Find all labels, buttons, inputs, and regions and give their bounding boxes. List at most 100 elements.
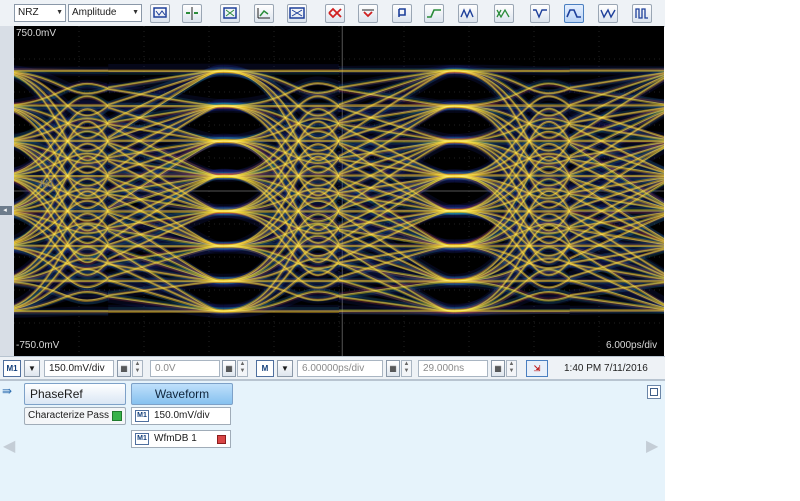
split-button[interactable]	[182, 4, 202, 23]
channel-dropdown[interactable]: ▼	[24, 360, 40, 377]
pass-label: Pass	[87, 408, 109, 424]
eye-diagram-canvas	[14, 26, 664, 356]
fit-icon	[222, 6, 238, 21]
hist-icon	[360, 6, 376, 21]
waveform-label: Waveform	[155, 387, 209, 401]
scale-box[interactable]: M1 150.0mV/div	[131, 407, 231, 425]
fit-button[interactable]	[220, 4, 240, 23]
signal-type-select[interactable]: NRZ ▼	[14, 4, 66, 22]
zoom-button[interactable]	[150, 4, 170, 23]
top-voltage-label: 750.0mV	[16, 28, 56, 39]
scale-badge: M1	[135, 410, 149, 422]
keypad-button[interactable]: ▦	[117, 360, 131, 377]
keypad-button[interactable]: ▦	[491, 360, 505, 377]
two-eye-icon	[496, 6, 512, 21]
spin-down-icon: ▼	[133, 368, 142, 375]
vertical-scale-spinner[interactable]: ▲▼	[132, 360, 143, 377]
wfm-badge: M1	[135, 433, 149, 445]
channel-badge-label: M1	[6, 364, 17, 373]
step-up-icon	[426, 6, 442, 21]
panel-arrow-icon[interactable]: ⇛	[2, 384, 16, 402]
eye-icon	[460, 6, 476, 21]
chevron-down-icon: ▼	[56, 5, 63, 21]
eye-active-icon	[600, 6, 616, 21]
keypad-button[interactable]: ▦	[222, 360, 236, 377]
vertical-scale-field[interactable]: 150.0mV/div	[44, 360, 114, 377]
eye-overlay-icon	[566, 6, 582, 21]
step-up-button[interactable]	[424, 4, 444, 23]
waveform-node[interactable]: Waveform	[131, 383, 233, 405]
offset-field[interactable]: 0.0V	[150, 360, 220, 377]
chevron-down-icon: ▼	[281, 364, 289, 373]
setup-panel: ⇛ ◀ ▶ PhaseRef (C7_C8) Waveform Characte…	[0, 380, 665, 501]
compare-icon	[289, 6, 305, 21]
split-icon	[184, 6, 200, 21]
horizontal-scale-field[interactable]: 6.00000ps/div	[297, 360, 383, 377]
math-dropdown[interactable]: ▼	[277, 360, 293, 377]
wfm-db-box[interactable]: M1 WfmDB 1	[131, 430, 231, 448]
spin-down-icon: ▼	[238, 368, 247, 375]
ground-marker[interactable]: ◂	[0, 206, 12, 215]
keypad-icon: ▦	[120, 364, 128, 373]
chevron-down-icon: ▼	[132, 5, 139, 21]
two-eye-button[interactable]	[494, 4, 514, 23]
trend-button[interactable]	[254, 4, 274, 23]
restore-window-button[interactable]	[647, 385, 661, 399]
chevron-down-icon: ▼	[28, 364, 36, 373]
channel-badge[interactable]: M1	[3, 360, 21, 377]
mask-icon	[327, 6, 343, 21]
scale-value: 150.0mV/div	[154, 410, 210, 421]
eye-traces	[14, 68, 664, 314]
bottom-voltage-label: -750.0mV	[16, 340, 59, 351]
spin-up-icon: ▲	[402, 361, 411, 368]
pulse-button[interactable]	[392, 4, 412, 23]
keypad-button[interactable]: ▦	[386, 360, 400, 377]
signal-type-value: NRZ	[18, 7, 39, 18]
timebase-label: 6.000ps/div	[606, 340, 657, 351]
spin-up-icon: ▲	[238, 361, 247, 368]
offset-spinner[interactable]: ▲▼	[237, 360, 248, 377]
position-spinner[interactable]: ▲▼	[506, 360, 517, 377]
eye-button[interactable]	[458, 4, 478, 23]
autoset-button[interactable]: ⇲	[526, 360, 548, 377]
measurement-type-value: Amplitude	[72, 7, 116, 18]
wfm-db-icon	[217, 435, 226, 444]
wfm-label: WfmDB 1	[154, 433, 197, 444]
eye-overlay-button[interactable]	[564, 4, 584, 23]
measurement-type-select[interactable]: Amplitude ▼	[68, 4, 142, 22]
invert-button[interactable]	[530, 4, 550, 23]
digital-icon	[634, 6, 650, 21]
spin-up-icon: ▲	[507, 361, 516, 368]
phaseref-node[interactable]: PhaseRef (C7_C8)	[24, 383, 126, 405]
eye-diagram-display[interactable]: 750.0mV M1 -750.0mV 6.000ps/div	[14, 26, 664, 356]
mask-button[interactable]	[325, 4, 345, 23]
scroll-left-icon[interactable]: ◀	[3, 436, 17, 466]
eye-active-button[interactable]	[598, 4, 618, 23]
keypad-icon: ▦	[389, 364, 397, 373]
toolbar: NRZ ▼ Amplitude ▼	[0, 0, 665, 27]
status-bar: M1 ▼ 150.0mV/div ▦ ▲▼ 0.0V ▦ ▲▼ M ▼ 6.00…	[0, 356, 665, 380]
spin-down-icon: ▼	[507, 368, 516, 375]
characterize-label: Characterize	[28, 410, 85, 421]
trend-icon	[256, 6, 272, 21]
digital-button[interactable]	[632, 4, 652, 23]
hist-button[interactable]	[358, 4, 378, 23]
zoom-icon	[152, 6, 168, 21]
clock: 1:40 PM 7/11/2016	[564, 360, 658, 377]
horizontal-scale-spinner[interactable]: ▲▼	[401, 360, 412, 377]
window-icon	[650, 388, 658, 396]
autoset-icon: ⇲	[534, 364, 541, 373]
keypad-icon: ▦	[225, 364, 233, 373]
characterize-box[interactable]: Characterize Pass	[24, 407, 126, 425]
spin-up-icon: ▲	[133, 361, 142, 368]
math-badge[interactable]: M	[256, 360, 274, 377]
spin-down-icon: ▼	[402, 368, 411, 375]
pass-indicator-icon	[112, 411, 122, 421]
compare-button[interactable]	[287, 4, 307, 23]
keypad-icon: ▦	[494, 364, 502, 373]
invert-icon	[532, 6, 548, 21]
position-field[interactable]: 29.000ns	[418, 360, 488, 377]
math-marker-label: M1	[40, 179, 54, 190]
screen-left-strip: ◂	[0, 26, 14, 356]
scroll-right-icon[interactable]: ▶	[646, 436, 660, 466]
